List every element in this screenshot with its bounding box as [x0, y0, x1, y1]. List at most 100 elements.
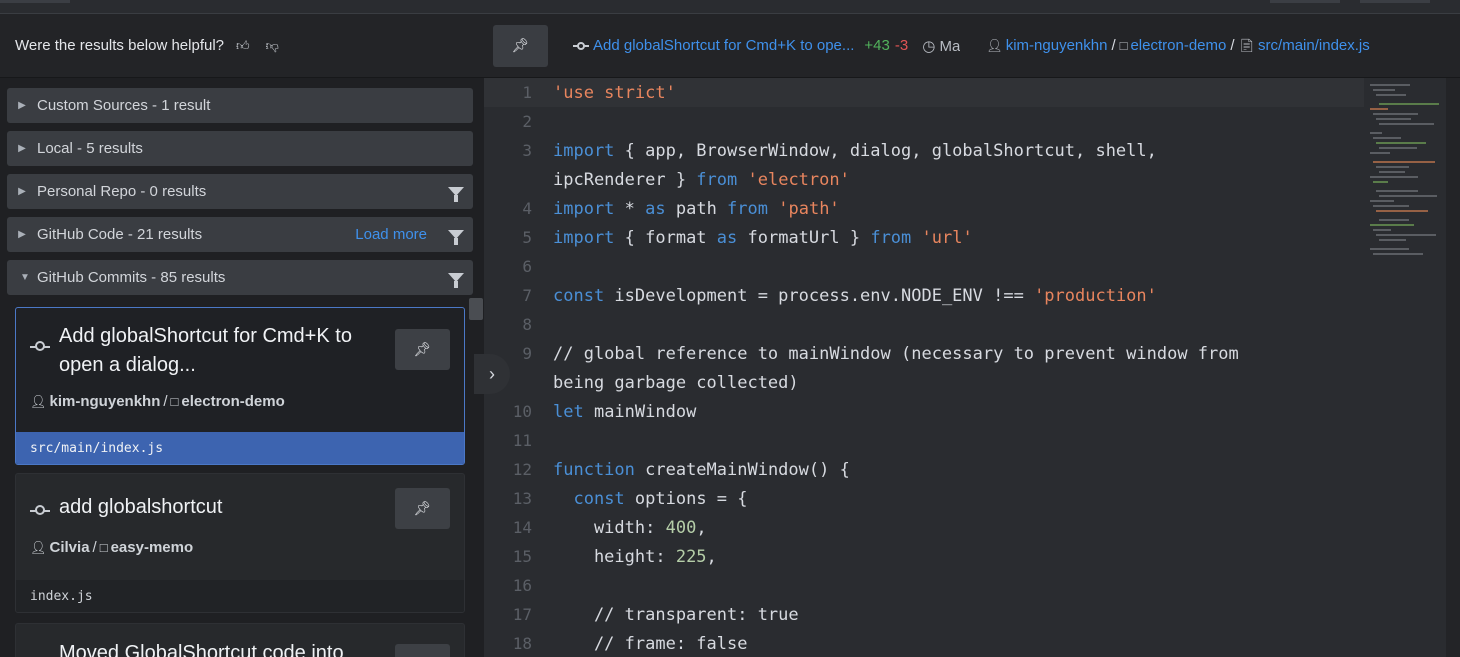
minimap-line: [1376, 234, 1436, 236]
pin-button[interactable]: 📌︎: [493, 24, 548, 67]
code-line: ipcRenderer } from 'electron': [553, 169, 850, 190]
section-local[interactable]: ▶ Local - 5 results: [7, 131, 473, 166]
minimap-line: [1379, 123, 1434, 125]
feedback-question: Were the results below helpful?: [15, 37, 225, 54]
header-file-link[interactable]: src/main/index.js: [1258, 37, 1370, 54]
code-line: function createMainWindow() {: [553, 459, 850, 480]
result-card[interactable]: Moved GlobalShortcut code into: [15, 623, 465, 657]
repo-icon: □: [99, 540, 108, 555]
result-file[interactable]: src/main/index.js: [16, 432, 464, 464]
result-repo[interactable]: easy-memo: [111, 539, 194, 556]
code-preview-panel: 📌︎ Add globalShortcut for Cmd+K to ope..…: [484, 14, 1460, 657]
code-minimap[interactable]: [1370, 78, 1446, 318]
minimap-line: [1370, 108, 1388, 110]
pin-button[interactable]: 📌︎: [395, 488, 450, 529]
path-separator: /: [163, 393, 168, 410]
minimap-line: [1376, 210, 1428, 212]
result-repo[interactable]: electron-demo: [181, 393, 284, 410]
line-number: 2: [522, 112, 532, 131]
result-title: Moved GlobalShortcut code into: [59, 642, 344, 657]
results-scrollbar[interactable]: [469, 298, 483, 320]
minimap-line: [1373, 161, 1435, 163]
caret-down-icon: ▼: [20, 272, 30, 283]
code-line: height: 225,: [553, 546, 717, 567]
pin-button[interactable]: [395, 644, 450, 657]
minimap-line: [1379, 239, 1406, 241]
code-line: import { format as formatUrl } from 'url…: [553, 227, 973, 248]
minimap-line: [1370, 200, 1394, 202]
header-user-link[interactable]: kim-nguyenkhn: [1006, 37, 1108, 54]
result-title: add globalshortcut: [59, 496, 223, 518]
user-icon: 👤︎: [30, 539, 47, 555]
caret-right-icon: ▶: [18, 186, 26, 197]
header-repo-link[interactable]: electron-demo: [1130, 37, 1226, 54]
search-results-panel: Were the results below helpful? 👍︎ 👎︎ ▶ …: [0, 14, 484, 657]
section-github-commits[interactable]: ▼ GitHub Commits - 85 results: [7, 260, 473, 295]
section-label: GitHub Code - 21 results: [37, 226, 203, 243]
commit-title-link[interactable]: Add globalShortcut for Cmd+K to ope...: [593, 37, 854, 54]
line-number: 10: [512, 402, 532, 421]
pin-icon: 📌︎: [413, 341, 432, 357]
minimap-line: [1373, 181, 1388, 183]
code-viewer[interactable]: 1 'use strict' 2 3 import { app, BrowserWi…: [484, 78, 1364, 657]
result-user[interactable]: kim-nguyenkhn: [50, 393, 161, 410]
line-number: 1: [522, 83, 532, 102]
code-line: 'use strict': [553, 82, 676, 103]
load-more-link[interactable]: Load more: [355, 226, 427, 243]
result-user[interactable]: Cilvia: [50, 539, 90, 556]
code-line: import { app, BrowserWindow, dialog, glo…: [553, 140, 1157, 161]
line-number: 5: [522, 228, 532, 247]
section-label: Personal Repo - 0 results: [37, 183, 207, 200]
line-number: 16: [512, 576, 532, 595]
filter-icon[interactable]: [439, 174, 473, 209]
minimap-line: [1376, 118, 1411, 120]
commit-icon: [30, 505, 50, 516]
caret-right-icon: ▶: [18, 229, 26, 240]
line-number: 17: [512, 605, 532, 624]
minimap-line: [1376, 166, 1409, 168]
line-number: 14: [512, 518, 532, 537]
line-number: 6: [522, 257, 532, 276]
minimap-line: [1379, 195, 1437, 197]
commit-date-text: Ma: [939, 37, 961, 55]
path-separator: /: [1111, 37, 1116, 54]
minimap-line: [1379, 147, 1417, 149]
code-line: // transparent: true: [553, 604, 799, 625]
line-number: 4: [522, 199, 532, 218]
minimap-line: [1373, 205, 1409, 207]
additions-count: +43: [864, 37, 890, 54]
toolbar-edge: [1270, 0, 1340, 3]
result-card[interactable]: add globalshortcut 📌︎ 👤︎ Cilvia / □ easy…: [15, 473, 465, 613]
minimap-line: [1370, 132, 1382, 134]
thumbs-up-icon[interactable]: 👍︎: [236, 38, 250, 54]
caret-right-icon: ▶: [18, 143, 26, 154]
minimap-line: [1373, 89, 1395, 91]
thumbs-down-icon[interactable]: 👎︎: [266, 38, 279, 54]
feedback-bar: Were the results below helpful? 👍︎ 👎︎: [0, 14, 484, 78]
minimap-line: [1376, 190, 1418, 192]
result-file[interactable]: index.js: [16, 580, 464, 612]
code-line: const isDevelopment = process.env.NODE_E…: [553, 285, 1157, 306]
line-number: 15: [512, 547, 532, 566]
code-scrollbar[interactable]: [1446, 78, 1460, 657]
top-toolbar-strip: [0, 0, 1460, 14]
caret-right-icon: ▶: [18, 100, 26, 111]
section-personal-repo[interactable]: ▶ Personal Repo - 0 results: [7, 174, 473, 209]
minimap-line: [1373, 253, 1423, 255]
deletions-count: -3: [894, 37, 909, 54]
minimap-line: [1370, 152, 1390, 154]
code-line: let mainWindow: [553, 401, 697, 422]
chevron-right-icon: ›: [489, 363, 495, 384]
section-custom-sources[interactable]: ▶ Custom Sources - 1 result: [7, 88, 473, 123]
path-separator: /: [1230, 37, 1235, 54]
user-icon: 👤︎: [30, 393, 47, 409]
result-card[interactable]: Add globalShortcut for Cmd+K to open a d…: [15, 307, 465, 465]
toolbar-edge: [0, 0, 70, 3]
commit-icon: [30, 341, 50, 352]
filter-icon[interactable]: [439, 260, 473, 295]
filter-icon[interactable]: [439, 217, 473, 252]
code-line: // global reference to mainWindow (neces…: [553, 343, 1239, 364]
commit-date: ◷ Ma: [922, 37, 960, 55]
section-github-code[interactable]: ▶ GitHub Code - 21 results Load more: [7, 217, 473, 252]
pin-button[interactable]: 📌︎: [395, 329, 450, 370]
